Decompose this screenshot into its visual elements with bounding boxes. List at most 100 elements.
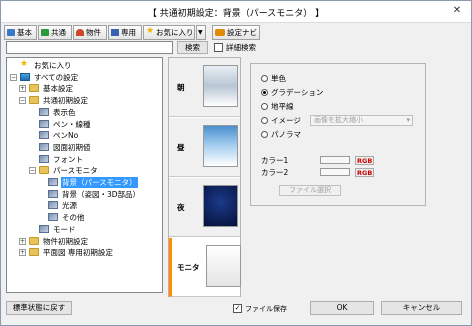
- ok-button[interactable]: OK: [310, 301, 374, 315]
- document-icon: [39, 131, 49, 140]
- radio-image-button[interactable]: [261, 117, 268, 124]
- collapse-icon[interactable]: −: [10, 73, 17, 81]
- tab-preset-1[interactable]: 昼: [169, 118, 240, 177]
- detail-search-checkbox[interactable]: [214, 43, 223, 52]
- document-icon: [39, 224, 49, 233]
- dialog-window: 【 共通初期設定：背景（パースモニタ） 】 ✕ 基本 共通 物件 専用 ★ お気…: [0, 0, 472, 326]
- radio-horizon-button[interactable]: [261, 103, 268, 110]
- tree-item[interactable]: + 基本設定: [7, 83, 157, 94]
- document-icon: [48, 213, 58, 222]
- search-button[interactable]: 検索: [177, 41, 208, 54]
- tree-item[interactable]: + 平面図 専用初期設定: [7, 247, 157, 258]
- tree-item[interactable]: フォント: [7, 154, 157, 165]
- bukken-icon: [76, 29, 84, 36]
- cancel-button[interactable]: キャンセル: [381, 301, 462, 315]
- toolbar-bukken-button[interactable]: 物件: [73, 25, 107, 40]
- radio-gradation-button[interactable]: [261, 89, 268, 96]
- reset-default-button[interactable]: 標準状態に戻す: [6, 301, 72, 315]
- radio-panorama-button[interactable]: [261, 131, 268, 138]
- tab-preset-2[interactable]: 夜: [169, 178, 240, 237]
- toolbar-favorites-button[interactable]: ★ お気に入り: [143, 25, 195, 40]
- tree-item-label: ペンNo: [53, 131, 79, 141]
- color2-swatch[interactable]: [320, 168, 350, 176]
- tree-item-label: 基本設定: [43, 84, 73, 94]
- close-button[interactable]: ✕: [449, 4, 465, 18]
- tree-item-label: その他: [62, 213, 85, 223]
- tab-preset-3[interactable]: モニタ: [169, 238, 241, 297]
- tree-item[interactable]: その他: [7, 212, 157, 223]
- radio-tanshoku-label: 単色: [271, 74, 286, 83]
- tree-item[interactable]: 表示色: [7, 107, 157, 118]
- tree-item-label: すべての設定: [34, 72, 79, 82]
- toolbar-bukken-label: 物件: [86, 28, 101, 37]
- tree-item[interactable]: − パースモニタ: [7, 165, 157, 176]
- tree-item-label: フォント: [53, 154, 83, 164]
- image-mode-select[interactable]: 画像を拡大縮小 ▾: [310, 115, 413, 126]
- toolbar-favorites-dropdown[interactable]: ▼: [196, 25, 206, 40]
- color2-rgb-button[interactable]: RGB: [355, 168, 375, 177]
- radio-tanshoku-button[interactable]: [261, 75, 268, 82]
- tree-item-label: 平面図 専用初期設定: [43, 248, 113, 258]
- toolbar-kyoutsu-button[interactable]: 共通: [38, 25, 72, 40]
- dropdown-arrow-icon: ▼: [198, 29, 203, 36]
- toolbar-settings-navi-button[interactable]: 設定ナビ: [212, 25, 260, 40]
- tree-item-label: お気に入り: [34, 61, 72, 70]
- folder-icon: [39, 166, 49, 175]
- tree-item[interactable]: ペン・線種: [7, 119, 157, 130]
- color1-rgb-button[interactable]: RGB: [355, 156, 375, 165]
- color1-label: カラー1: [261, 156, 289, 165]
- tree-item[interactable]: ペンNo: [7, 130, 157, 141]
- tab-preset-0[interactable]: 朝: [169, 58, 240, 117]
- save-file-label: ファイル保存: [245, 305, 287, 313]
- toolbar-kihon-label: 基本: [17, 28, 32, 37]
- kyoutsu-icon: [41, 29, 49, 36]
- radio-panorama-label: パノラマ: [271, 130, 301, 139]
- color1-swatch[interactable]: [320, 156, 350, 164]
- document-icon: [48, 201, 58, 210]
- radio-image-label: イメージ: [271, 116, 301, 125]
- collapse-icon[interactable]: −: [19, 97, 26, 105]
- background-preview-thumbnail: [203, 65, 238, 107]
- tab-label: 夜: [177, 203, 185, 212]
- title-bar: 【 共通初期設定：背景（パースモニタ） 】 ✕: [1, 1, 471, 23]
- favorites-icon: ★: [146, 26, 155, 36]
- save-file-checkbox[interactable]: ✓: [233, 304, 242, 313]
- expand-icon[interactable]: +: [19, 249, 26, 257]
- radio-horizon-label: 地平線: [271, 102, 294, 111]
- toolbar-senyou-button[interactable]: 専用: [108, 25, 142, 40]
- document-icon: [39, 154, 49, 163]
- tree-item-label: パースモニタ: [53, 166, 98, 176]
- search-input[interactable]: [6, 41, 173, 54]
- document-icon: [48, 178, 58, 186]
- tree-item[interactable]: ★ お気に入り: [7, 60, 157, 71]
- settings-navi-icon: [215, 29, 225, 36]
- tree-item-label: 図面初期値: [53, 142, 91, 152]
- expand-icon[interactable]: +: [19, 237, 26, 245]
- tree-item-label: ペン・線種: [53, 119, 91, 129]
- tree-item[interactable]: 図面初期値: [7, 142, 157, 153]
- kihon-icon: [7, 29, 15, 36]
- image-mode-value: 画像を拡大縮小: [314, 116, 363, 124]
- collapse-icon[interactable]: −: [29, 167, 36, 175]
- toolbar-kihon-button[interactable]: 基本: [4, 25, 37, 40]
- tree-item[interactable]: + 物件初期設定: [7, 236, 157, 247]
- tree-item-label: 物件初期設定: [43, 236, 88, 246]
- file-select-button[interactable]: ファイル選択: [279, 185, 341, 196]
- tree-item[interactable]: モード: [7, 224, 157, 235]
- tree-item[interactable]: − 共通初期設定: [7, 95, 157, 106]
- tree-item[interactable]: 背景（パースモニタ）: [7, 177, 157, 188]
- folder-icon: [29, 84, 39, 93]
- tab-label: モニタ: [177, 263, 200, 272]
- expand-icon[interactable]: +: [19, 85, 26, 93]
- tree-item[interactable]: 背景（姿図・3D部品）: [7, 189, 157, 200]
- color2-label: カラー2: [261, 168, 289, 177]
- toolbar-senyou-label: 専用: [121, 28, 136, 37]
- radio-gradation-label: グラデーション: [271, 88, 324, 97]
- background-preview-thumbnail: [203, 125, 238, 167]
- tree-item[interactable]: 光源: [7, 200, 157, 211]
- tree-item-label: 共通初期設定: [43, 96, 88, 106]
- settings-tree[interactable]: ★ お気に入り − すべての設定 + 基本設定 − 共通初期設定 表示色 ペン・線種ペンNo 図面初…: [6, 57, 163, 293]
- tree-item-label: 背景（パースモニタ）: [61, 177, 138, 188]
- tree-item[interactable]: − すべての設定: [7, 72, 157, 83]
- folder-icon: [29, 236, 39, 245]
